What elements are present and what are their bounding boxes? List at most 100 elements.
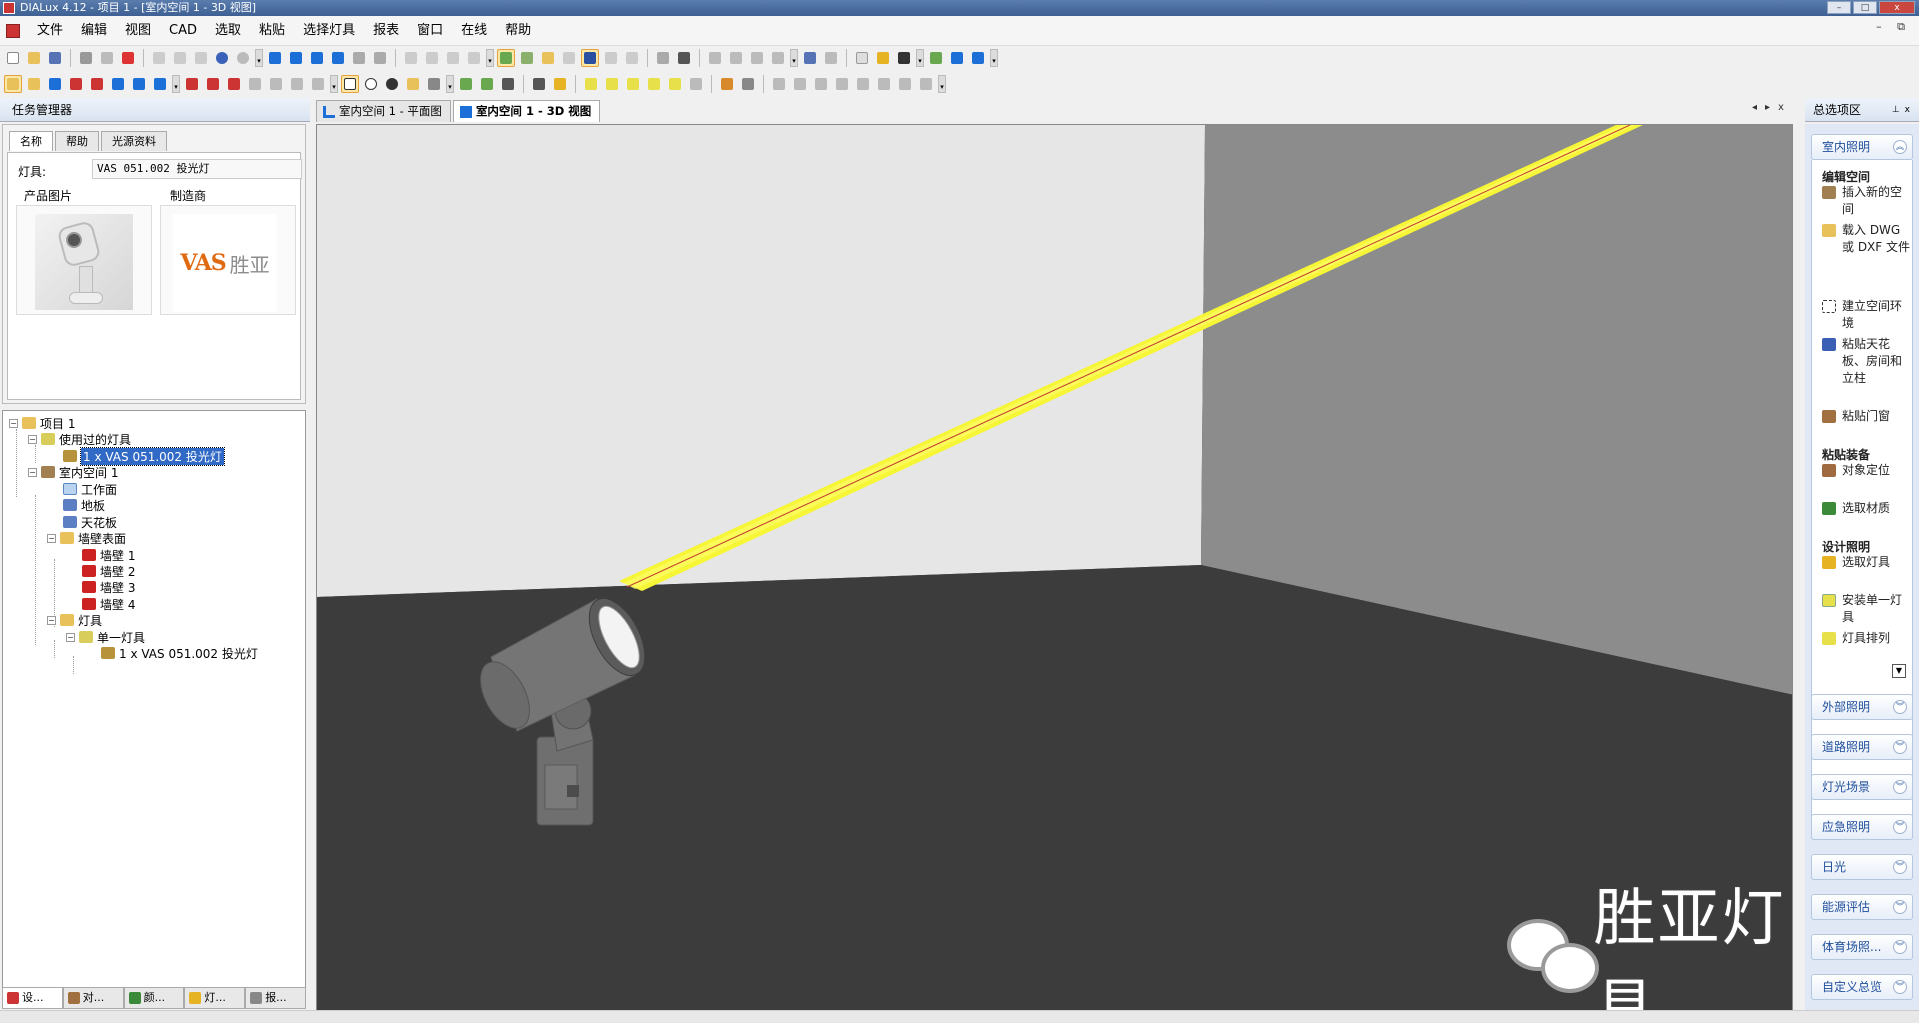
tab-light-source[interactable]: 光源资料: [101, 131, 167, 151]
collapse-icon[interactable]: −: [66, 632, 75, 642]
tool-d-icon[interactable]: [465, 49, 483, 67]
align-b-icon[interactable]: [727, 49, 745, 67]
toolbar-dropdown-icon[interactable]: ▾: [790, 49, 798, 67]
lum-b-icon[interactable]: [603, 75, 621, 93]
orbit-icon[interactable]: [425, 75, 443, 93]
scroll-down-icon[interactable]: ▼: [1892, 664, 1906, 678]
maximize-button[interactable]: □: [1853, 1, 1877, 14]
insert-d-icon[interactable]: [530, 75, 548, 93]
menu-file[interactable]: 文件: [28, 16, 72, 46]
section-light-scenes[interactable]: 灯光场景 ︾: [1811, 774, 1913, 800]
tree-node-workplane[interactable]: 工作面: [63, 481, 117, 497]
select-room-icon[interactable]: [25, 75, 43, 93]
tree-node-project[interactable]: − 项目 1: [9, 415, 75, 431]
object-position-link[interactable]: 对象定位: [1822, 462, 1910, 479]
select-material-link[interactable]: 选取材质: [1822, 500, 1910, 517]
toolbar-dropdown-icon[interactable]: ▾: [446, 75, 454, 93]
tab-nav-controls[interactable]: ◂▸x: [1752, 102, 1792, 113]
render-color-icon[interactable]: [539, 49, 557, 67]
section-street-lighting[interactable]: 道路照明 ︾: [1811, 734, 1913, 760]
tool-b-icon[interactable]: [423, 49, 441, 67]
tree-node-walls[interactable]: − 墙壁表面: [47, 530, 126, 546]
menu-online[interactable]: 在线: [452, 16, 496, 46]
insert-b-icon[interactable]: [478, 75, 496, 93]
tree-node-luminaires[interactable]: − 灯具: [47, 612, 102, 628]
select-plane-icon[interactable]: [109, 75, 127, 93]
paste-door-link[interactable]: 粘贴门窗: [1822, 408, 1910, 425]
draw-e-icon[interactable]: [854, 75, 872, 93]
select-wall-icon[interactable]: [88, 75, 106, 93]
layout-a-icon[interactable]: [948, 49, 966, 67]
measure-icon[interactable]: [654, 49, 672, 67]
tree-node-single-luminaire[interactable]: − 单一灯具: [66, 629, 145, 645]
report-icon[interactable]: [853, 49, 871, 67]
align-a-icon[interactable]: [706, 49, 724, 67]
section-daylight[interactable]: 日光 ︾: [1811, 854, 1913, 880]
menu-window[interactable]: 窗口: [408, 16, 452, 46]
paste-icon[interactable]: [192, 49, 210, 67]
mark-e-icon[interactable]: [267, 75, 285, 93]
tab-colors[interactable]: 颜...: [123, 987, 185, 1009]
open-folder-icon[interactable]: [25, 49, 43, 67]
draw-g-icon[interactable]: [896, 75, 914, 93]
close-button[interactable]: x: [1879, 1, 1915, 14]
menu-help[interactable]: 帮助: [496, 16, 540, 46]
tool-a-icon[interactable]: [402, 49, 420, 67]
view-iso-icon[interactable]: [350, 49, 368, 67]
build-env-link[interactable]: 建立空间环境: [1822, 298, 1910, 332]
mark-f-icon[interactable]: [288, 75, 306, 93]
chevron-down-icon[interactable]: ︾: [1893, 860, 1907, 874]
tool-e-icon[interactable]: [602, 49, 620, 67]
calc-grid-icon[interactable]: [718, 75, 736, 93]
tab-project[interactable]: 设...: [2, 987, 63, 1009]
copy-icon[interactable]: [171, 49, 189, 67]
section-custom[interactable]: 自定义总览 ︾: [1811, 974, 1913, 1000]
insert-room-link[interactable]: 插入新的空间: [1822, 184, 1910, 218]
select-custom-icon[interactable]: [151, 75, 169, 93]
select-object-icon[interactable]: [46, 75, 64, 93]
cut-icon[interactable]: [150, 49, 168, 67]
section-sports[interactable]: 体育场照... ︾: [1811, 934, 1913, 960]
minimize-button[interactable]: –: [1827, 1, 1851, 14]
tab-objects[interactable]: 对...: [62, 987, 124, 1009]
align-c-icon[interactable]: [748, 49, 766, 67]
tree-node-wall-3[interactable]: 墙壁 3: [82, 579, 135, 595]
view-top-icon[interactable]: [308, 49, 326, 67]
print-icon[interactable]: [77, 49, 95, 67]
section-interior-lighting[interactable]: 室内照明 ︽: [1811, 134, 1913, 160]
select-luminaire-icon[interactable]: [67, 75, 85, 93]
tree-node-wall-2[interactable]: 墙壁 2: [82, 563, 135, 579]
insert-c-icon[interactable]: [499, 75, 517, 93]
collapse-icon[interactable]: −: [9, 418, 18, 428]
menu-select-luminaire[interactable]: 选择灯具: [294, 16, 364, 46]
tree-node-wall-4[interactable]: 墙壁 4: [82, 596, 135, 612]
tab-help[interactable]: 帮助: [55, 131, 99, 151]
tree-node-floor[interactable]: 地板: [63, 497, 105, 513]
draw-c-icon[interactable]: [812, 75, 830, 93]
section-emergency-lighting[interactable]: 应急照明 ︾: [1811, 814, 1913, 840]
new-file-icon[interactable]: [4, 49, 22, 67]
toolbar-dropdown-icon[interactable]: ▾: [255, 49, 263, 67]
pointer-icon[interactable]: [341, 75, 359, 93]
toolbar-dropdown-icon[interactable]: ▾: [916, 49, 924, 67]
chevron-down-icon[interactable]: ︾: [1893, 780, 1907, 794]
lum-c-icon[interactable]: [624, 75, 642, 93]
film-icon[interactable]: [895, 49, 913, 67]
insert-e-icon[interactable]: [551, 75, 569, 93]
select-point-icon[interactable]: [130, 75, 148, 93]
insert-a-icon[interactable]: [457, 75, 475, 93]
tree-node-ceiling[interactable]: 天花板: [63, 514, 117, 530]
view-side-icon[interactable]: [287, 49, 305, 67]
collapse-icon[interactable]: −: [28, 434, 37, 444]
select-luminaire-link[interactable]: 选取灯具: [1822, 554, 1910, 571]
menu-paste[interactable]: 粘贴: [250, 16, 294, 46]
chevron-up-icon[interactable]: ︽: [1893, 140, 1907, 154]
toolbar-dropdown-icon[interactable]: ▾: [486, 49, 494, 67]
undo-icon[interactable]: [213, 49, 231, 67]
mark-c-icon[interactable]: [225, 75, 243, 93]
render-wire-icon[interactable]: [518, 49, 536, 67]
document-icon[interactable]: [6, 23, 20, 38]
toolbar-dropdown-icon[interactable]: ▾: [990, 49, 998, 67]
menu-cad[interactable]: CAD: [160, 16, 206, 46]
tab-name[interactable]: 名称: [9, 131, 53, 151]
